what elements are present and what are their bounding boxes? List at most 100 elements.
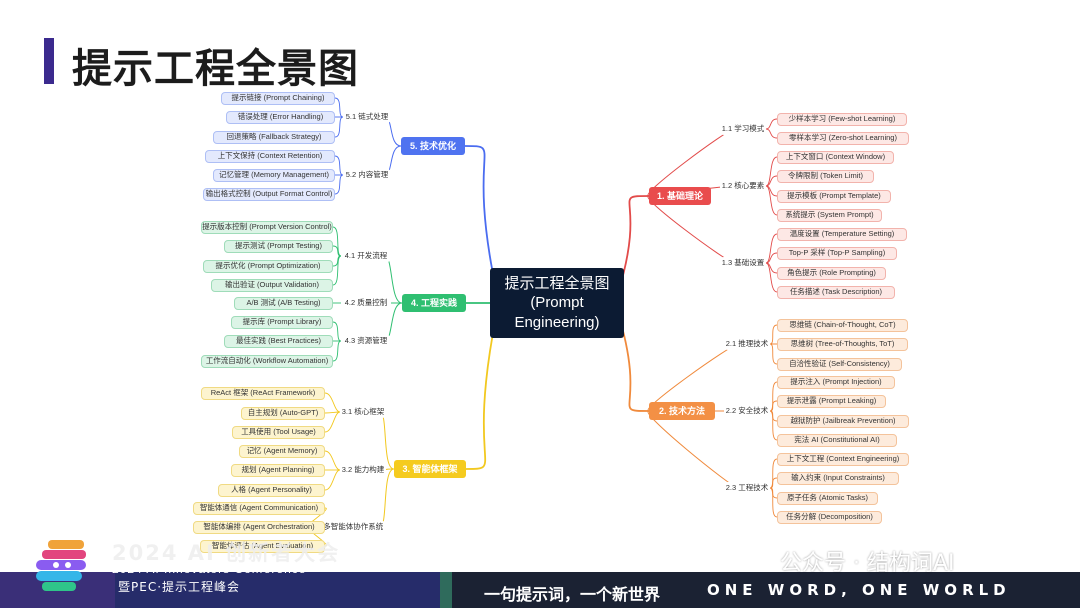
branch-node: 5. 技术优化 [401,137,465,155]
leaf-node-label: 提示泄露 (Prompt Leaking) [786,396,877,406]
leaf-node-label: 输出验证 (Output Validation) [224,280,320,290]
leaf-node: 智能体编排 (Agent Orchestration) [193,520,325,534]
sub-node: 3.2 能力构建 [340,464,386,476]
leaf-node: ReAct 框架 (ReAct Framework) [201,386,325,400]
connector-line [324,450,341,471]
sub-node-label: 5.2 内容管理 [345,170,389,180]
leaf-node-label: 提示优化 (Prompt Optimization) [215,261,321,271]
branch-node-label: 4. 工程实践 [410,297,457,308]
leaf-node: 智能体通信 (Agent Communication) [193,501,325,515]
leaf-node: 输出验证 (Output Validation) [211,278,333,292]
branch-node: 2. 技术方法 [649,402,715,420]
connector-line [769,410,778,441]
sub-node-label: 4.2 质量控制 [344,298,388,308]
leaf-node: 令牌限制 (Token Limit) [777,169,874,183]
connector-line [332,226,342,257]
sub-node: 5.1 链式处理 [343,111,391,123]
leaf-node: 记忆管理 (Memory Management) [213,168,335,182]
leaf-node: 提示库 (Prompt Library) [231,315,333,329]
leaf-node: 输入约束 (Input Constraints) [777,471,899,485]
connector-line [334,174,344,195]
connector-line [334,97,344,118]
connector-line [769,400,778,412]
leaf-node: 宪法 AI (Constitutional AI) [777,433,897,447]
leaf-node-label: 温度设置 (Temperature Setting) [789,229,895,239]
sub-node: 4.3 资源管理 [341,335,391,347]
leaf-node-label: 令牌限制 (Token Limit) [787,171,863,181]
slide: 提示工程全景图 提示工程全景图 (Prompt Engineering) 1. … [0,0,1080,608]
connector-line [765,262,778,293]
leaf-node-label: 原子任务 (Atomic Tasks) [786,493,869,503]
connector-line [769,324,778,345]
leaf-node: 提示链接 (Prompt Chaining) [221,91,335,105]
watermark: 公众号 · 结构词AI [780,545,955,577]
root-line-3: Engineering) [514,313,600,331]
connector-line [324,392,341,413]
leaf-node-label: 上下文保持 (Context Retention) [217,151,323,161]
leaf-node-label: 最佳实践 (Best Practices) [235,336,321,346]
sub-node: 1.1 学习模式 [720,123,766,135]
connector-line [769,410,778,422]
leaf-node: 规划 (Agent Planning) [231,463,325,477]
root-line-1: 提示工程全景图 [504,274,610,292]
leaf-node-label: 自主规划 (Auto-GPT) [247,408,319,418]
connector-line [769,458,778,489]
leaf-node-label: 提示测试 (Prompt Testing) [235,241,322,251]
leaf-node-label: 人格 (Agent Personality) [231,485,312,495]
sub-node: 4.1 开发流程 [341,250,391,262]
connector-line [334,155,344,176]
leaf-node-label: 零样本学习 (Zero-shot Learning) [789,133,897,143]
connector-line [334,116,344,138]
connector-line [769,487,778,518]
branch-node: 1. 基础理论 [649,187,711,205]
root-line-2: (Prompt [530,294,584,312]
leaf-node-label: 自洽性验证 (Self-Consistency) [789,359,890,369]
leaf-node: 少样本学习 (Few-shot Learning) [777,112,907,126]
connector-line [379,411,395,470]
leaf-node: 工作流自动化 (Workflow Automation) [201,354,333,368]
leaf-node-label: 上下文工程 (Context Engineering) [786,454,900,464]
leaf-node: 提示模板 (Prompt Template) [777,189,891,203]
leaf-node-label: 少样本学习 (Few-shot Learning) [788,114,896,124]
connector-line [332,340,342,362]
leaf-node-label: 提示模板 (Prompt Template) [787,191,881,201]
leaf-node-label: 思维树 (Tree-of-Thoughts, ToT) [790,339,895,349]
leaf-node-label: 提示链接 (Prompt Chaining) [231,93,325,103]
leaf-node-label: 上下文窗口 (Context Window) [785,152,886,162]
leaf-node-label: 任务描述 (Task Description) [789,287,883,297]
leaf-node-label: 输入约束 (Input Constraints) [791,473,885,483]
connector-line [384,255,403,304]
sub-node: 2.1 推理技术 [724,338,770,350]
connector-line [765,128,778,139]
connector-line [465,316,497,470]
leaf-node: 错误处理 (Error Handling) [226,110,335,124]
connector-line [769,487,778,499]
connector-line [769,343,778,365]
leaf-node: 自洽性验证 (Self-Consistency) [777,357,902,371]
sub-node-label: 4.3 资源管理 [344,336,388,346]
summit-name: 暨PEC·提示工程峰会 [118,580,241,594]
branch-node-label: 3. 智能体框架 [402,463,458,474]
sub-node: 4.2 质量控制 [341,297,391,309]
leaf-node: 上下文工程 (Context Engineering) [777,452,909,466]
leaf-node: 工具使用 (Tool Usage) [232,425,325,439]
leaf-node-label: 工具使用 (Tool Usage) [241,427,316,437]
leaf-node: A/B 测试 (A/B Testing) [234,296,333,310]
slogan-en: ONE WORD, ONE WORLD [707,581,1011,599]
branch-node-label: 5. 技术优化 [409,140,456,151]
leaf-node: 角色提示 (Role Prompting) [777,266,886,280]
leaf-node: 思维链 (Chain-of-Thought, CoT) [777,318,908,332]
leaf-node-label: 规划 (Agent Planning) [241,465,315,475]
leaf-node: 最佳实践 (Best Practices) [224,334,333,348]
connector-line [324,411,341,433]
connector-line [324,469,341,491]
leaf-node: 上下文保持 (Context Retention) [205,149,335,163]
leaf-node: 回退策略 (Fallback Strategy) [213,130,335,144]
connector-line [765,233,778,264]
sub-node: 2.2 安全技术 [724,405,770,417]
leaf-node: 记忆 (Agent Memory) [239,444,325,458]
conference-logo [36,540,86,591]
leaf-node-label: 智能体通信 (Agent Communication) [199,503,319,513]
leaf-node: 越狱防护 (Jailbreak Prevention) [777,414,909,428]
leaf-node-label: 思维链 (Chain-of-Thought, CoT) [789,320,896,330]
